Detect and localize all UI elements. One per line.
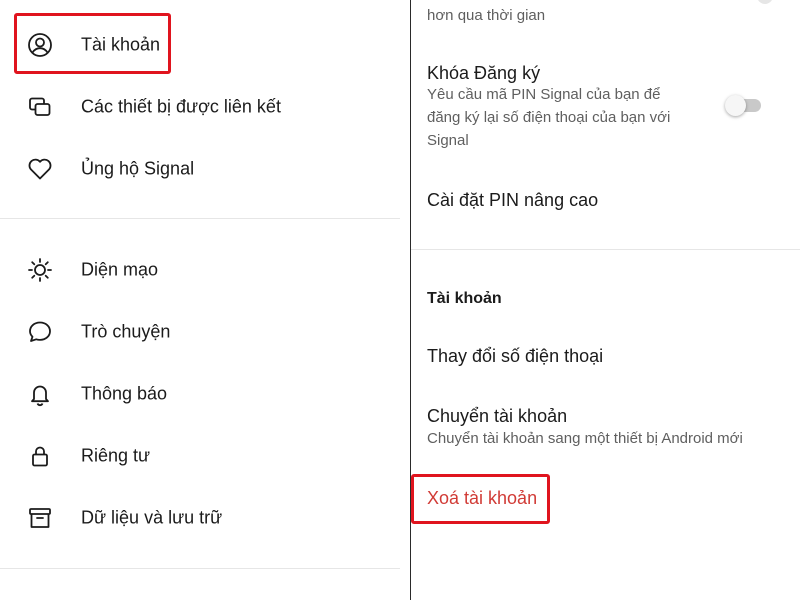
menu-item-label: Riêng tư xyxy=(81,445,151,466)
bell-icon xyxy=(26,380,54,408)
account-settings-pane: hơn qua thời gian Khóa Đăng ký Yêu cầu m… xyxy=(411,0,800,600)
heart-icon xyxy=(26,155,54,183)
section-divider xyxy=(0,218,400,219)
menu-item-linked-devices[interactable]: Các thiết bị được liên kết xyxy=(0,79,400,135)
menu-item-data-storage[interactable]: Dữ liệu và lưu trữ xyxy=(0,490,400,546)
menu-item-appearance[interactable]: Diện mạo xyxy=(0,242,400,298)
toggle-thumb xyxy=(725,95,746,116)
section-divider xyxy=(411,249,800,250)
change-phone-number-item[interactable]: Thay đổi số điện thoại xyxy=(427,346,603,367)
chat-bubble-icon xyxy=(26,318,54,346)
registration-lock-title: Khóa Đăng ký xyxy=(427,63,541,83)
registration-lock-toggle[interactable] xyxy=(725,93,763,117)
menu-item-privacy[interactable]: Riêng tư xyxy=(0,428,400,484)
advanced-pin-settings-item[interactable]: Cài đặt PIN nâng cao xyxy=(427,190,598,211)
toggle-remnant xyxy=(757,0,773,4)
partial-description-text: hơn qua thời gian xyxy=(427,7,546,24)
archive-box-icon xyxy=(26,504,54,532)
settings-menu-pane: Tài khoản Các thiết bị được liên kết Ủng… xyxy=(0,0,410,600)
section-divider xyxy=(0,568,400,569)
highlight-box-account xyxy=(14,13,171,74)
menu-item-notifications[interactable]: Thông báo xyxy=(0,366,400,422)
menu-item-label: Ủng hộ Signal xyxy=(81,158,195,179)
menu-item-label: Dữ liệu và lưu trữ xyxy=(81,507,223,528)
lock-icon xyxy=(26,442,54,470)
transfer-account-title: Chuyển tài khoản xyxy=(427,406,568,426)
menu-item-chats[interactable]: Trò chuyện xyxy=(0,304,400,360)
menu-item-label: Thông báo xyxy=(81,383,168,404)
menu-item-donate[interactable]: Ủng hộ Signal xyxy=(0,141,400,197)
registration-lock-description-line-2: đăng ký lại số điện thoại của bạn với xyxy=(427,109,671,126)
registration-lock-description-line-1: Yêu cầu mã PIN Signal của bạn để xyxy=(427,86,661,103)
highlight-box-delete-account xyxy=(411,474,550,524)
account-section-header: Tài khoản xyxy=(427,290,502,307)
registration-lock-description-line-3: Signal xyxy=(427,132,469,149)
menu-item-label: Các thiết bị được liên kết xyxy=(81,96,281,117)
sun-icon xyxy=(26,256,54,284)
linked-devices-icon xyxy=(26,93,54,121)
menu-item-label: Diện mạo xyxy=(81,259,159,280)
menu-item-label: Trò chuyện xyxy=(81,321,171,342)
transfer-account-description: Chuyển tài khoản sang một thiết bị Andro… xyxy=(427,430,743,447)
